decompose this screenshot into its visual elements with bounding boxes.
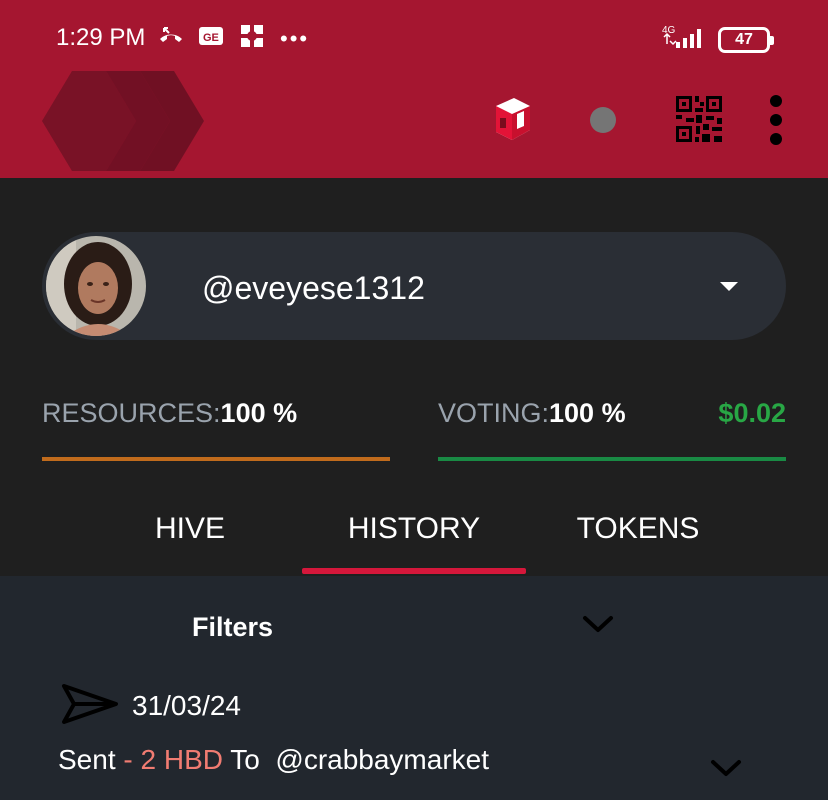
wallet-tabs: HIVE HISTORY TOKENS [0, 508, 828, 576]
transaction-to: To [230, 744, 260, 775]
transaction-amount: 2 HBD [140, 744, 223, 775]
resources-label: RESOURCES: [42, 398, 221, 428]
missed-call-icon [158, 25, 184, 53]
active-tab-indicator [302, 568, 526, 574]
more-notifications-icon: ••• [280, 26, 310, 51]
voting-bar [438, 457, 786, 461]
tab-tokens[interactable]: TOKENS [526, 508, 750, 576]
tab-hive[interactable]: HIVE [78, 508, 302, 576]
transaction-recipient: @crabbaymarket [275, 744, 489, 775]
transaction-date: 31/03/24 [132, 690, 241, 721]
status-icons: GE ••• [158, 22, 309, 56]
connection-status-dot [590, 107, 616, 133]
network-type: 4G [662, 25, 676, 36]
status-right: 4G 47 [662, 24, 774, 55]
message-icon: GE [198, 26, 224, 52]
history-panel: Filters 31/03/24 Sent - 2 HBD To @crabba… [0, 576, 828, 800]
account-username: @eveyese1312 [202, 270, 425, 306]
svg-text:GE: GE [203, 32, 219, 44]
voting-power-value: 100 % [549, 398, 626, 428]
status-bar: 1:29 PM GE ••• 4G 47 [0, 0, 828, 62]
avatar [46, 236, 146, 336]
app-notification-icon [238, 22, 266, 56]
transaction-type: Sent [58, 744, 116, 775]
hive-logo [40, 68, 206, 179]
keychain-icon[interactable] [490, 96, 536, 147]
qr-code-icon[interactable] [674, 94, 724, 149]
more-options-icon[interactable] [766, 94, 786, 151]
status-time: 1:29 PM [56, 24, 146, 51]
transaction-description: Sent - 2 HBD To @crabbaymarket [58, 744, 489, 776]
send-icon [60, 682, 120, 731]
tab-history[interactable]: HISTORY [302, 508, 526, 576]
voting-value: $0.02 [718, 398, 786, 428]
resources-value: 100 % [220, 398, 298, 428]
signal-icon: 4G [662, 24, 708, 55]
transaction-separator: - [115, 744, 141, 775]
battery-level: 47 [735, 30, 753, 48]
dropdown-caret-icon [720, 282, 738, 291]
wallet-panel: @eveyese1312 RESOURCES:100 % VOTING:100 … [0, 178, 828, 576]
filters-chevron-down-icon[interactable] [582, 614, 614, 639]
resources-bar [42, 457, 390, 461]
account-selector[interactable]: @eveyese1312 [42, 232, 786, 340]
resources-meter-label: RESOURCES:100 % [42, 398, 297, 429]
battery-indicator: 47 [718, 26, 774, 53]
transaction-expand-chevron-icon[interactable] [710, 758, 742, 783]
filters-label[interactable]: Filters [192, 612, 273, 643]
voting-label: VOTING: [438, 398, 550, 428]
voting-meter-label: VOTING:100 % [438, 398, 626, 429]
